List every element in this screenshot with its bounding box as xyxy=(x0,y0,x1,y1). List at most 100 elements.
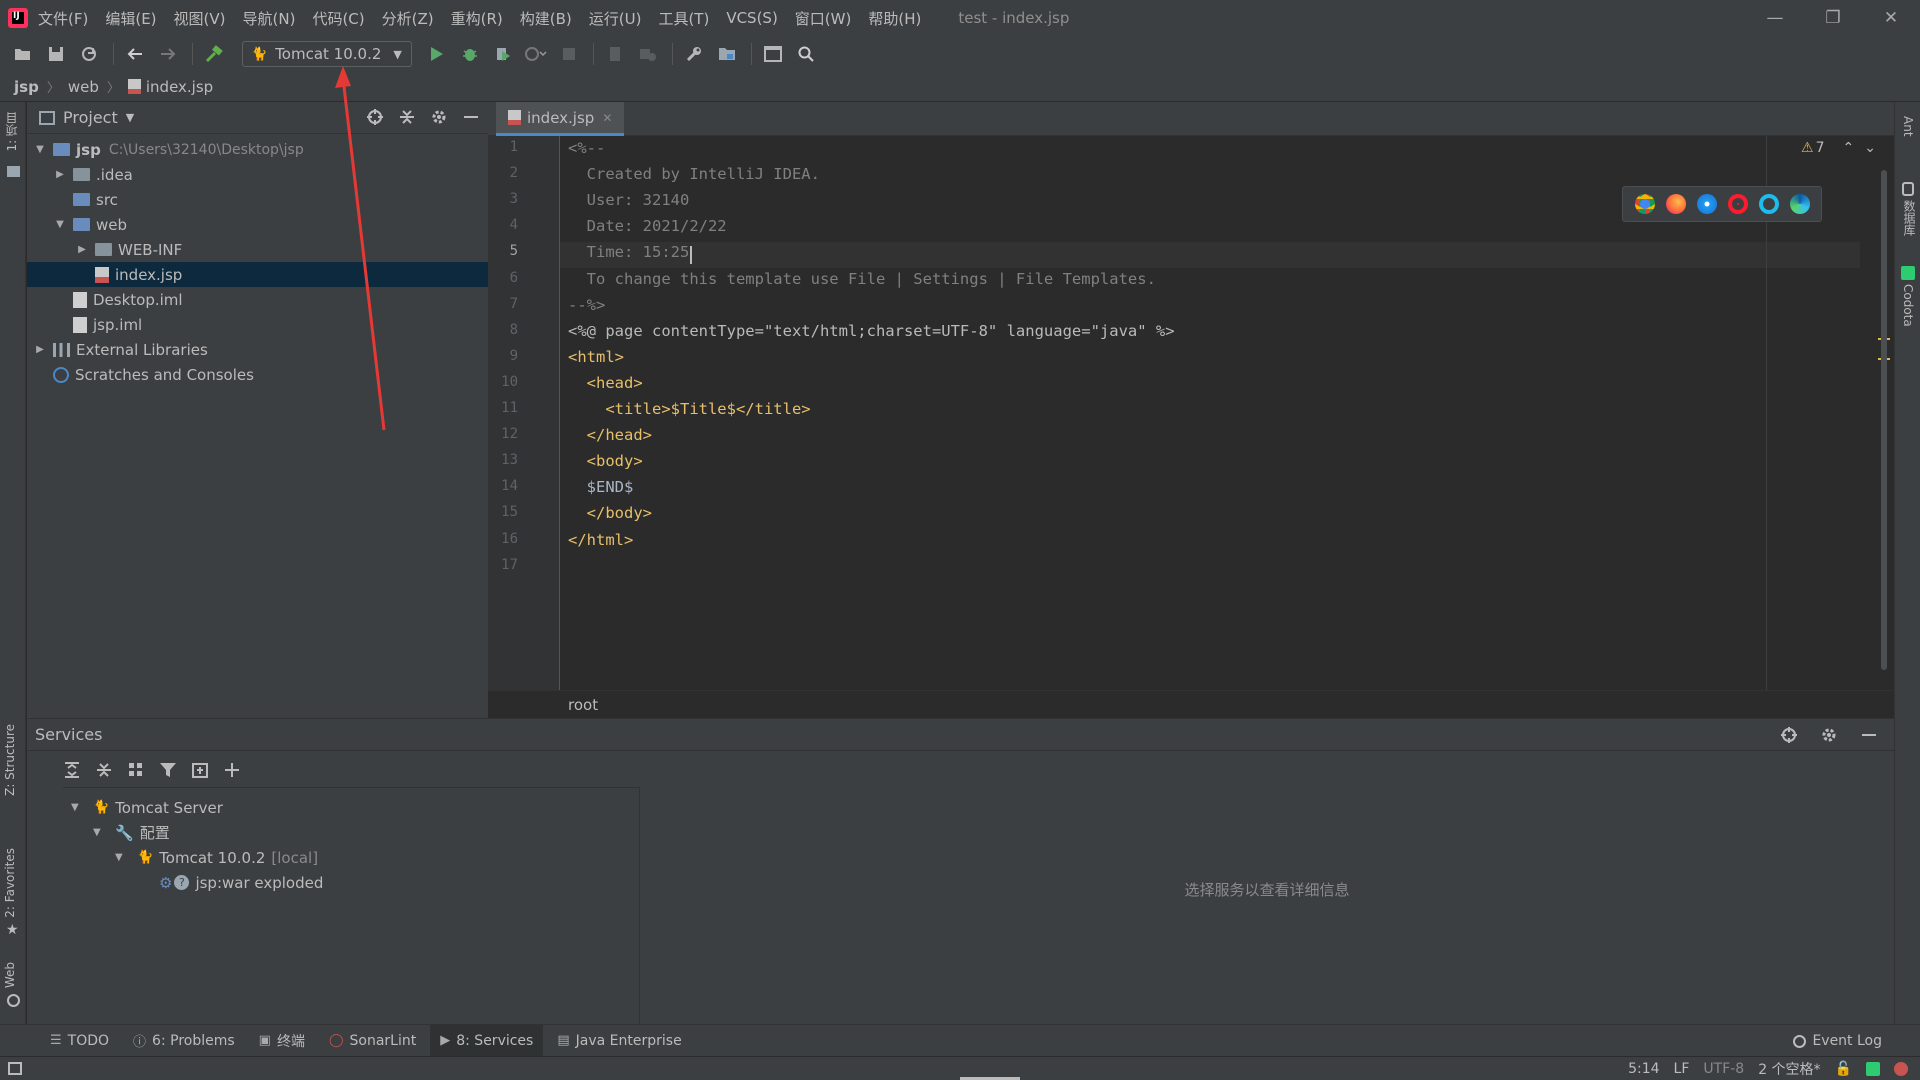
forward-icon[interactable] xyxy=(153,40,183,68)
scrollbar-marker-strip[interactable] xyxy=(1878,136,1890,690)
locate-icon[interactable] xyxy=(1780,726,1798,744)
expand-all-icon[interactable] xyxy=(63,761,81,779)
breadcrumb-item-index-jsp[interactable]: index.jsp xyxy=(146,78,213,96)
chevron-right-icon[interactable]: ▶ xyxy=(75,244,89,255)
tree-item-external-libraries[interactable]: ▶ External Libraries xyxy=(27,337,488,362)
menu-code[interactable]: 代码(C) xyxy=(312,8,364,29)
menu-help[interactable]: 帮助(H) xyxy=(868,8,921,29)
chevron-down-icon[interactable]: ▼ xyxy=(115,852,129,863)
new-tab-icon[interactable] xyxy=(191,761,209,779)
filter-icon[interactable] xyxy=(159,761,177,779)
tab-structure[interactable]: Z: Structure xyxy=(3,724,17,796)
tab-java-enterprise[interactable]: ▤ Java Enterprise xyxy=(547,1025,691,1057)
chevron-down-icon[interactable]: ▼ xyxy=(33,144,47,155)
tree-item-web-inf[interactable]: ▶ WEB-INF xyxy=(27,237,488,262)
restore-button[interactable]: ❐ xyxy=(1804,0,1862,36)
tab-problems[interactable]: ⓘ 6: Problems xyxy=(123,1025,245,1057)
service-war-exploded[interactable]: ⚙ ? jsp:war exploded xyxy=(159,870,323,895)
tree-item-scratches[interactable]: Scratches and Consoles xyxy=(27,362,488,387)
menu-analyze[interactable]: 分析(Z) xyxy=(382,8,434,29)
menu-file[interactable]: 文件(F) xyxy=(38,8,88,29)
tab-sonarlint[interactable]: ◯ SonarLint xyxy=(319,1025,426,1057)
edge-icon[interactable] xyxy=(1789,194,1810,214)
tab-project[interactable]: 1: 项目 xyxy=(3,112,20,152)
menu-navigate[interactable]: 导航(N) xyxy=(243,8,296,29)
tab-favorites[interactable]: 2: Favorites xyxy=(3,848,17,918)
menu-view[interactable]: 视图(V) xyxy=(174,8,226,29)
toggle-tool-windows-icon[interactable] xyxy=(8,1062,22,1075)
stop-icon[interactable] xyxy=(554,40,584,68)
group-by-icon[interactable] xyxy=(127,761,145,779)
tab-web[interactable]: Web xyxy=(3,962,17,988)
line-separator[interactable]: LF xyxy=(1674,1061,1690,1077)
search-icon[interactable] xyxy=(791,40,821,68)
locate-icon[interactable] xyxy=(366,108,384,126)
tab-terminal[interactable]: ▣ 终端 xyxy=(249,1025,315,1057)
build-icon[interactable] xyxy=(199,40,229,68)
tree-item-idea[interactable]: ▶ .idea xyxy=(27,162,488,187)
inspection-widget[interactable]: ⚠ 7 ⌃ ⌄ xyxy=(1801,140,1876,156)
close-tab-icon[interactable]: ✕ xyxy=(602,111,612,125)
editor-structure-crumb[interactable]: root xyxy=(568,696,598,714)
lock-icon[interactable]: 🔓 xyxy=(1835,1061,1852,1077)
codota-status-icon[interactable] xyxy=(1866,1062,1880,1076)
event-log-button[interactable]: Event Log xyxy=(1793,1025,1882,1057)
tree-item-src[interactable]: src xyxy=(27,187,488,212)
debug-icon[interactable] xyxy=(455,40,485,68)
menu-vcs[interactable]: VCS(S) xyxy=(726,9,777,27)
save-icon[interactable] xyxy=(41,40,71,68)
profile-icon[interactable] xyxy=(521,40,551,68)
project-structure-icon[interactable] xyxy=(712,40,742,68)
tree-item-index-jsp[interactable]: index.jsp xyxy=(27,262,488,287)
menu-edit[interactable]: 编辑(E) xyxy=(105,8,156,29)
tree-item-jsp[interactable]: ▼ jsp C:\Users\32140\Desktop\jsp xyxy=(27,137,488,162)
chevron-right-icon[interactable]: ▶ xyxy=(53,169,67,180)
back-icon[interactable] xyxy=(120,40,150,68)
scrollbar-thumb[interactable] xyxy=(1881,170,1887,670)
open-icon[interactable] xyxy=(8,40,38,68)
gear-icon[interactable] xyxy=(1820,726,1838,744)
code-editor[interactable]: 1 2 3 4 5 6 7 8 9 10 11 12 13 14 15 16 17 <%-- Created b… xyxy=(488,136,1894,690)
ie-icon[interactable] xyxy=(1758,194,1779,214)
firefox-icon[interactable] xyxy=(1665,194,1686,214)
tree-item-desktop-iml[interactable]: Desktop.iml xyxy=(27,287,488,312)
caret-position[interactable]: 5:14 xyxy=(1628,1061,1659,1077)
add-service-icon[interactable] xyxy=(223,761,241,779)
tree-item-jsp-iml[interactable]: jsp.iml xyxy=(27,312,488,337)
project-view-select[interactable]: Project xyxy=(63,108,118,127)
menu-window[interactable]: 窗口(W) xyxy=(795,8,852,29)
chrome-icon[interactable] xyxy=(1634,194,1655,214)
attach-icon[interactable] xyxy=(633,40,663,68)
service-tomcat-local[interactable]: ▼ 🐈 Tomcat 10.0.2 [local] xyxy=(115,845,318,870)
breadcrumb-item-jsp[interactable]: jsp xyxy=(14,78,39,96)
service-config[interactable]: ▼ 🔧 配置 xyxy=(93,820,170,845)
sync-icon[interactable] xyxy=(74,40,104,68)
tab-codota[interactable]: Codota xyxy=(1901,284,1915,327)
opera-icon[interactable] xyxy=(1727,194,1748,214)
minimize-panel-icon[interactable] xyxy=(462,108,480,126)
file-encoding[interactable]: UTF-8 xyxy=(1703,1061,1744,1077)
terminal-icon[interactable] xyxy=(758,40,788,68)
breadcrumb-item-web[interactable]: web xyxy=(68,78,99,96)
chevron-down-icon[interactable]: ▼ xyxy=(71,802,85,813)
minimize-button[interactable]: — xyxy=(1746,0,1804,36)
collapse-all-icon[interactable] xyxy=(95,761,113,779)
error-indicator-icon[interactable] xyxy=(1894,1062,1908,1076)
device-icon[interactable] xyxy=(600,40,630,68)
settings-wrench-icon[interactable] xyxy=(679,40,709,68)
indent-setting[interactable]: 2 个空格* xyxy=(1758,1059,1820,1079)
tree-item-web[interactable]: ▼ web xyxy=(27,212,488,237)
close-button[interactable]: ✕ xyxy=(1862,0,1920,36)
run-icon[interactable] xyxy=(422,40,452,68)
tab-todo[interactable]: ☰ TODO xyxy=(40,1025,119,1057)
chevron-down-icon[interactable]: ▼ xyxy=(93,827,107,838)
tab-database[interactable]: 数据库 xyxy=(1901,200,1918,236)
service-tomcat-server[interactable]: ▼ 🐈 Tomcat Server xyxy=(71,795,223,820)
chevron-down-icon[interactable]: ▼ xyxy=(126,111,134,124)
previous-highlight-icon[interactable]: ⌃ xyxy=(1843,140,1855,156)
tab-services[interactable]: ▶ 8: Services xyxy=(430,1024,544,1057)
gear-icon[interactable] xyxy=(430,108,448,126)
coverage-icon[interactable] xyxy=(488,40,518,68)
next-highlight-icon[interactable]: ⌄ xyxy=(1864,140,1876,156)
minimize-panel-icon[interactable] xyxy=(1860,726,1878,744)
